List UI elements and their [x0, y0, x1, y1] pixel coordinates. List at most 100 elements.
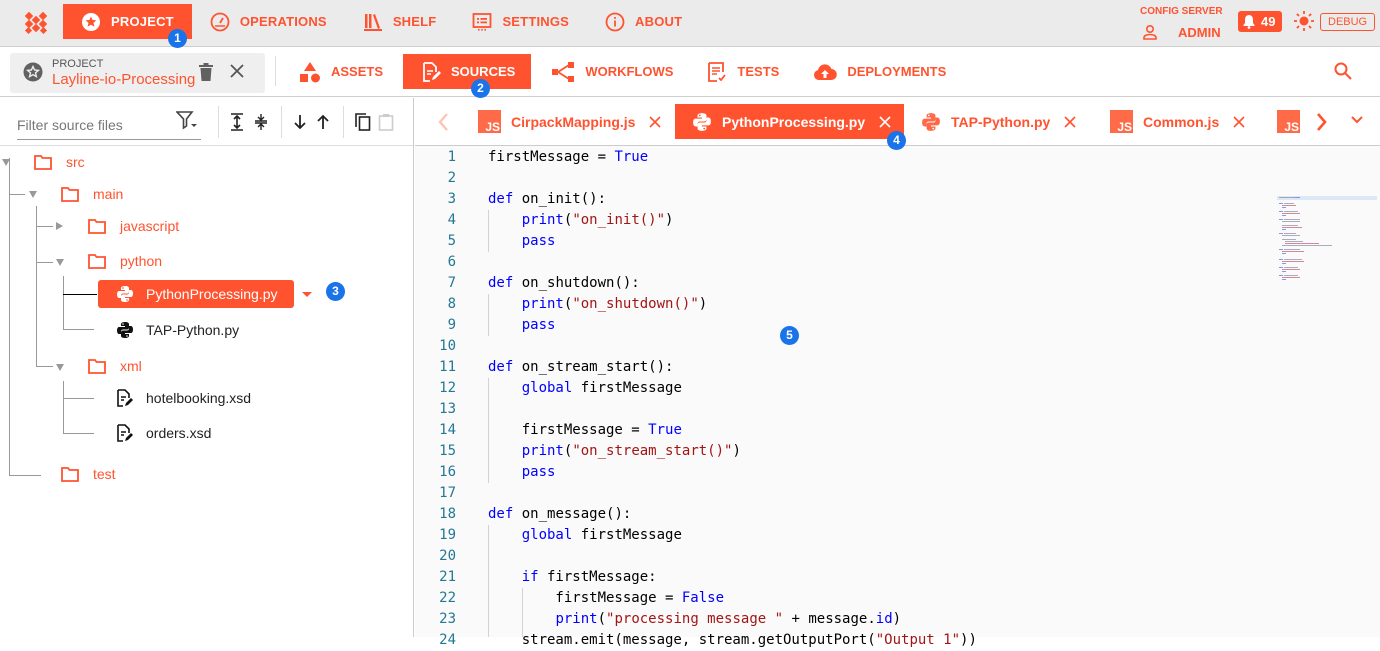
tree-line — [36, 226, 53, 227]
close-project-icon[interactable] — [230, 64, 244, 78]
config-server-label: CONFIG SERVER — [1140, 6, 1223, 17]
user-menu[interactable]: ADMIN — [1142, 24, 1221, 40]
chevron-right-icon[interactable] — [1316, 112, 1328, 132]
keyword-token: id — [875, 611, 893, 627]
debug-toggle[interactable]: DEBUG — [1320, 13, 1376, 31]
arrow-down-icon[interactable] — [293, 113, 307, 131]
line-number: 13 — [439, 401, 456, 417]
tree-folder-src[interactable]: src — [34, 150, 85, 174]
string-token: "processing message " — [606, 611, 784, 627]
folder-icon — [88, 358, 106, 374]
keyword-token: pass — [521, 233, 556, 249]
chevron-left-icon[interactable] — [437, 112, 449, 132]
top-navigation-bar: PROJECT OPERATIONS SHELF SETTINGS ABOUT … — [0, 0, 1380, 48]
arrow-up-icon[interactable] — [316, 113, 330, 131]
code-area[interactable]: 1 firstMessage = True 2 3 def on_init(): 4 pr… — [415, 147, 1380, 648]
text-token: firstMessage = — [488, 149, 615, 165]
nav-settings[interactable]: SETTINGS — [454, 4, 587, 39]
tree-file-pythonprocessing-selected[interactable]: PythonProcessing.py — [98, 280, 294, 308]
tab-pythonprocessing-active[interactable]: PythonProcessing.py — [675, 104, 904, 139]
close-tab-icon[interactable] — [1233, 115, 1245, 128]
close-tab-icon[interactable] — [649, 115, 662, 128]
line-content: firstMessage = True — [488, 147, 648, 168]
layline-logo-icon[interactable] — [24, 11, 48, 35]
paste-icon[interactable] — [378, 113, 394, 131]
nav-sources-label: SOURCES — [451, 64, 516, 79]
tab-tap-python[interactable]: TAP-Python.py — [921, 104, 1076, 139]
shelf-icon — [363, 13, 382, 31]
code-line: 22 firstMessage = False — [415, 588, 1275, 609]
line-number: 17 — [439, 485, 456, 501]
nav-tests-label: TESTS — [737, 64, 780, 79]
copy-icon[interactable] — [355, 113, 371, 131]
keyword-token: def — [488, 506, 514, 522]
tab-common[interactable]: JS Common.js — [1110, 104, 1245, 139]
collapse-caret[interactable] — [56, 222, 63, 230]
xsd-file-icon — [117, 424, 133, 442]
search-icon[interactable] — [1334, 62, 1352, 80]
nav-assets-label: ASSETS — [331, 64, 384, 79]
text-token: firstMessage — [572, 380, 682, 396]
text-token: firstMessage: — [538, 569, 657, 585]
code-line: 21 if firstMessage: — [415, 567, 1275, 588]
expand-all-icon[interactable] — [230, 113, 244, 131]
tree-folder-xml[interactable]: xml — [88, 354, 142, 378]
code-line: 14 firstMessage = True — [415, 420, 1275, 441]
keyword-token: print — [521, 296, 564, 312]
close-tab-icon[interactable] — [879, 115, 891, 128]
folder-icon — [88, 253, 106, 269]
tree-file-tap-python[interactable]: TAP-Python.py — [116, 318, 239, 342]
nav-tests[interactable]: TESTS — [693, 54, 793, 89]
tab-cirpackmapping[interactable]: JS CirpackMapping.js — [478, 104, 662, 139]
file-menu-dropdown-icon[interactable] — [302, 292, 312, 297]
notifications-button[interactable]: 49 — [1238, 11, 1282, 32]
annotation-badge-4: 4 — [887, 131, 906, 150]
tree-folder-javascript[interactable]: javascript — [88, 214, 179, 238]
nav-operations[interactable]: OPERATIONS — [192, 4, 345, 39]
tree-file-orders[interactable]: orders.xsd — [116, 421, 211, 445]
tab-overflow-partial[interactable]: JS — [1277, 104, 1300, 139]
keyword-token: False — [681, 590, 725, 606]
text-token: )) — [960, 632, 977, 648]
code-line: 10 — [415, 336, 1275, 357]
expand-caret[interactable] — [2, 159, 10, 166]
tree-line — [63, 276, 64, 329]
line-content: firstMessage = False — [488, 588, 724, 609]
nav-deployments[interactable]: DEPLOYMENTS — [799, 54, 960, 89]
text-token: on_message(): — [513, 506, 632, 522]
tree-line — [9, 194, 25, 195]
tree-file-hotelbooking[interactable]: hotelbooking.xsd — [116, 386, 251, 410]
user-name: ADMIN — [1178, 24, 1221, 40]
tree-folder-test[interactable]: test — [61, 462, 116, 486]
folder-label: xml — [120, 358, 142, 374]
line-number: 7 — [447, 275, 456, 291]
expand-caret[interactable] — [56, 364, 64, 371]
theme-toggle-sun-icon[interactable] — [1293, 10, 1315, 32]
nav-sources[interactable]: SOURCES — [403, 54, 532, 89]
nav-assets[interactable]: ASSETS — [285, 54, 397, 89]
nav-workflows[interactable]: WORKFLOWS — [537, 54, 687, 89]
annotation-badge-1: 1 — [168, 29, 187, 48]
project-name[interactable]: Layline-io-Processing — [52, 71, 195, 88]
nav-shelf[interactable]: SHELF — [345, 4, 455, 39]
close-tab-icon[interactable] — [1064, 115, 1076, 128]
filter-source-files-input[interactable] — [17, 110, 201, 140]
tree-line — [9, 475, 41, 476]
tree-folder-python[interactable]: python — [88, 249, 162, 273]
delete-project-icon[interactable] — [199, 63, 213, 81]
expand-caret[interactable] — [29, 191, 37, 198]
expand-caret[interactable] — [56, 259, 64, 266]
tree-folder-main[interactable]: main — [61, 182, 123, 206]
chevron-down-icon[interactable] — [1350, 115, 1364, 125]
collapse-all-icon[interactable] — [254, 113, 268, 131]
keyword-token: def — [488, 359, 514, 375]
filter-icon[interactable] — [176, 111, 198, 131]
folder-icon — [61, 466, 79, 482]
text-token: ) — [698, 296, 708, 312]
nav-deployments-label: DEPLOYMENTS — [847, 64, 947, 79]
nav-about[interactable]: ABOUT — [587, 4, 700, 39]
code-minimap[interactable] — [1277, 196, 1377, 296]
python-icon — [117, 286, 133, 302]
